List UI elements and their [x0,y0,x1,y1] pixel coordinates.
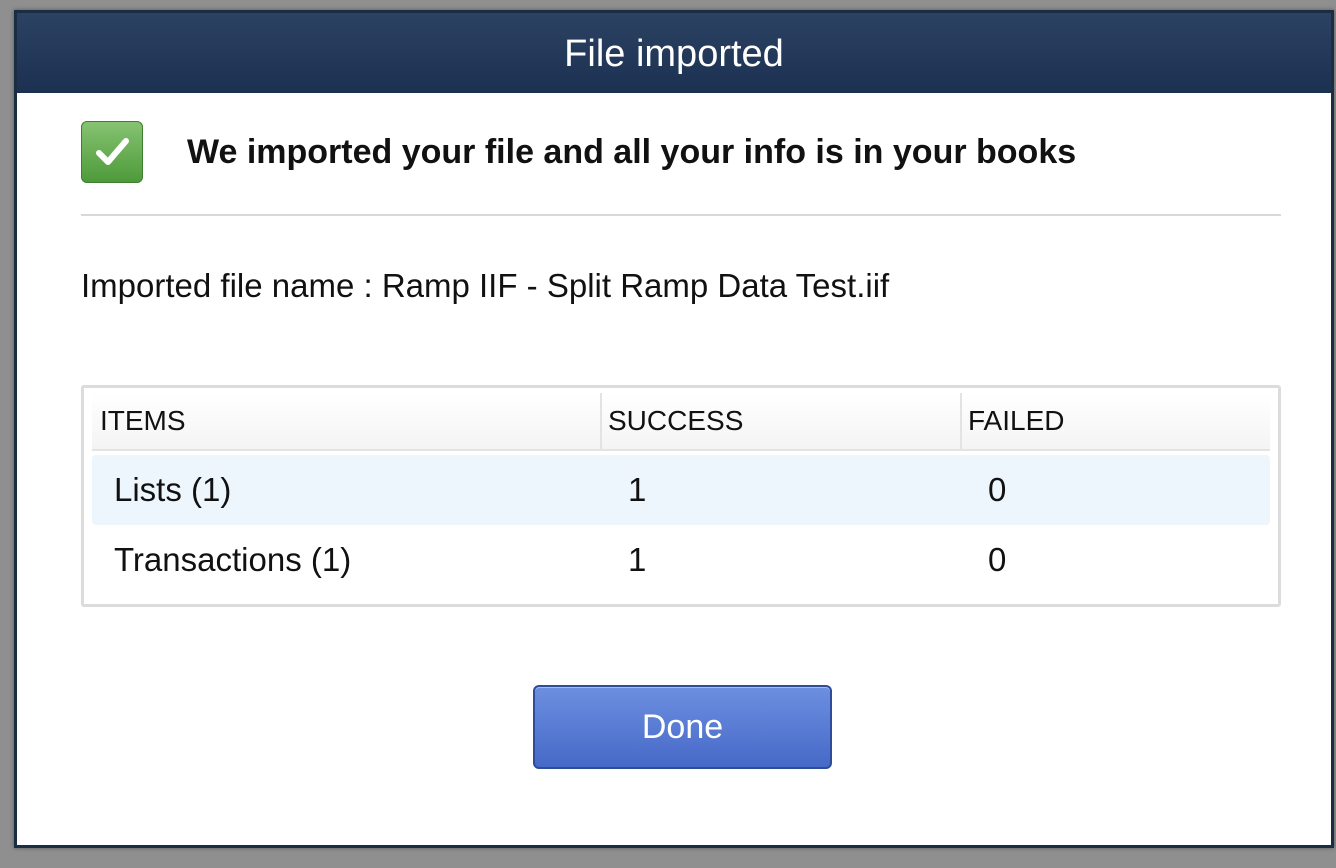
cell-item: Lists (1) [114,471,232,508]
column-header-failed: FAILED [968,405,1065,436]
divider [81,214,1281,216]
dialog-titlebar: File imported [17,13,1331,93]
cell-failed: 0 [988,541,1007,578]
cell-failed: 0 [988,471,1007,508]
file-imported-dialog: File imported We imported your file and … [14,10,1334,848]
done-button[interactable]: Done [533,685,832,769]
check-icon [81,121,143,183]
success-message: We imported your file and all your info … [187,132,1077,171]
table-row: Lists (1) 1 0 [92,455,1270,525]
file-name-label: Imported file name : [81,267,382,304]
cell-item: Transactions (1) [114,541,352,578]
table-row: Transactions (1) 1 0 [92,525,1270,595]
import-results-table: ITEMS SUCCESS FAILED Lists (1) 1 0 Trans… [81,385,1281,607]
cell-success: 1 [628,541,647,578]
dialog-title: File imported [564,32,784,75]
success-banner: We imported your file and all your info … [81,117,1281,187]
imported-file-name: Imported file name : Ramp IIF - Split Ra… [81,267,889,305]
table-header: ITEMS SUCCESS FAILED [92,393,1270,451]
cell-success: 1 [628,471,647,508]
column-header-success: SUCCESS [602,393,962,449]
column-header-items: ITEMS [92,393,602,449]
file-name-value: Ramp IIF - Split Ramp Data Test.iif [381,267,890,304]
